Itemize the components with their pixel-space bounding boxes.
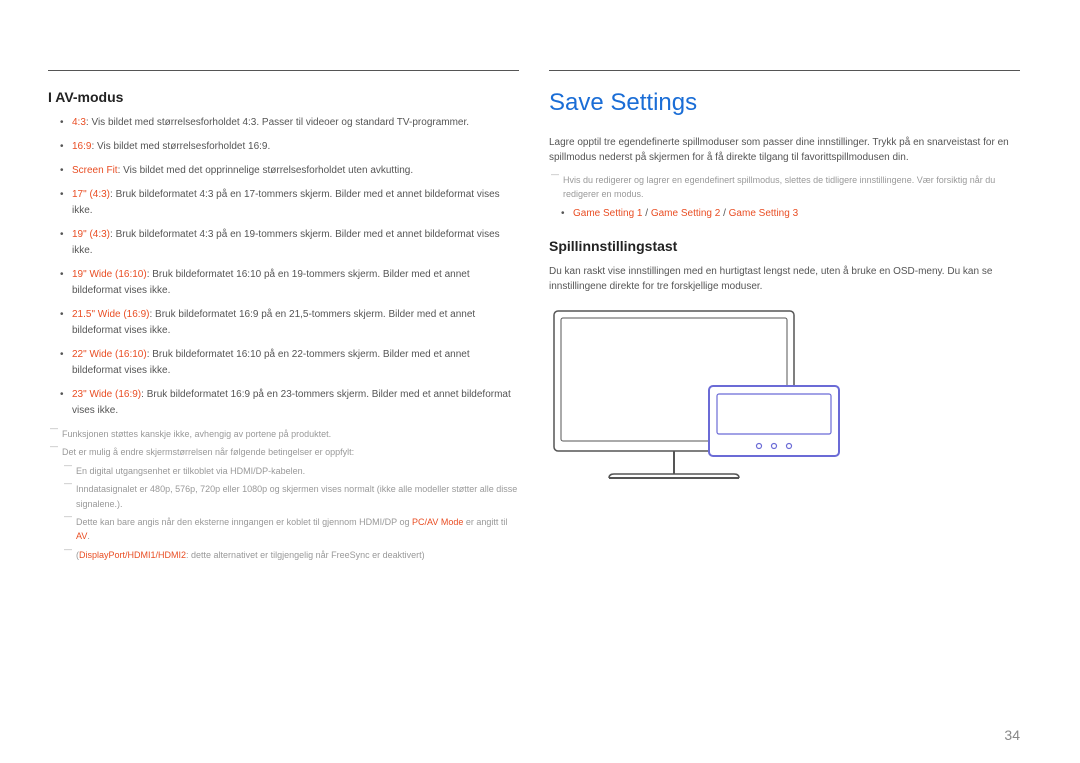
footnote: Funksjonen støttes kanskje ikke, avhengi… xyxy=(48,427,519,441)
monitor-illustration xyxy=(549,306,1020,491)
list-item: 19" Wide (16:10): Bruk bildeformatet 16:… xyxy=(60,267,519,299)
intro-text: Lagre opptil tre egendefinerte spillmodu… xyxy=(549,135,1020,165)
footnote: Det er mulig å endre skjermstørrelsen nå… xyxy=(48,445,519,459)
footnote-nested: Dette kan bare angis når den eksterne in… xyxy=(62,515,519,544)
divider-top-right xyxy=(549,70,1020,71)
footnote: Hvis du redigerer og lagrer en egendefin… xyxy=(549,173,1020,202)
footnote-nested: (DisplayPort/HDMI1/HDMI2: dette alternat… xyxy=(62,548,519,562)
heading-av-modus: I AV-modus xyxy=(48,89,519,105)
footnote-nested: Inndatasignalet er 480p, 576p, 720p elle… xyxy=(62,482,519,511)
divider-top-left xyxy=(48,70,519,71)
subheading-spillinnstillingstast: Spillinnstillingstast xyxy=(549,238,1020,254)
footnote-nested: En digital utgangsenhet er tilkoblet via… xyxy=(62,464,519,478)
list-item: 23" Wide (16:9): Bruk bildeformatet 16:9… xyxy=(60,387,519,419)
list-item: 19" (4:3): Bruk bildeformatet 4:3 på en … xyxy=(60,227,519,259)
list-item: 16:9: Vis bildet med størrelsesforholdet… xyxy=(60,139,519,155)
left-column: I AV-modus 4:3: Vis bildet med størrelse… xyxy=(48,70,519,566)
av-modus-list: 4:3: Vis bildet med størrelsesforholdet … xyxy=(48,115,519,419)
list-item: 17" (4:3): Bruk bildeformatet 4:3 på en … xyxy=(60,187,519,219)
list-item: Screen Fit: Vis bildet med det opprinnel… xyxy=(60,163,519,179)
list-item: Game Setting 1 / Game Setting 2 / Game S… xyxy=(561,206,1020,222)
subtext: Du kan raskt vise innstillingen med en h… xyxy=(549,264,1020,294)
list-item: 4:3: Vis bildet med størrelsesforholdet … xyxy=(60,115,519,131)
game-settings-list: Game Setting 1 / Game Setting 2 / Game S… xyxy=(549,206,1020,222)
list-item: 22" Wide (16:10): Bruk bildeformatet 16:… xyxy=(60,347,519,379)
right-column: Save Settings Lagre opptil tre egendefin… xyxy=(549,70,1020,566)
page-number: 34 xyxy=(1004,727,1020,743)
list-item: 21.5" Wide (16:9): Bruk bildeformatet 16… xyxy=(60,307,519,339)
title-save-settings: Save Settings xyxy=(549,89,1020,117)
